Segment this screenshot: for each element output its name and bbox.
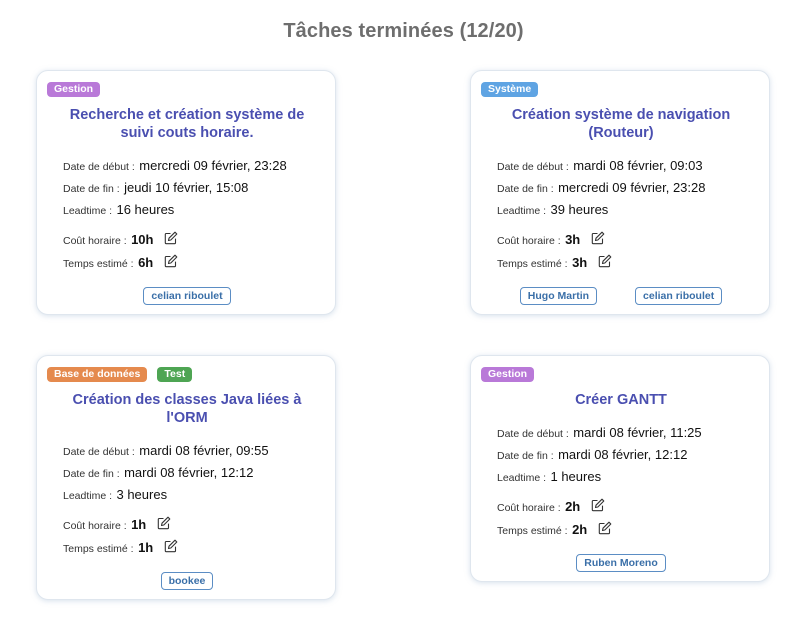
estimated-time-label: Temps estimé : — [63, 543, 134, 555]
leadtime-label: Leadtime : — [63, 490, 113, 502]
start-date-label: Date de début : — [497, 161, 569, 173]
start-date-row: Date de début : mardi 08 février, 11:25 — [497, 424, 702, 442]
leadtime-value: 16 heures — [116, 202, 175, 217]
leadtime-label: Leadtime : — [497, 472, 547, 484]
end-date-label: Date de fin : — [497, 183, 554, 195]
tag-badge: Gestion — [481, 367, 535, 382]
task-card: Gestion Recherche et création système de… — [36, 70, 336, 315]
end-date-row: Date de fin : mardi 08 février, 12:12 — [497, 446, 687, 464]
hourly-cost-row: Coût horaire : 10h — [63, 231, 178, 249]
hourly-cost-row: Coût horaire : 1h — [63, 516, 171, 534]
tag-badge: Système — [481, 82, 539, 97]
edit-icon[interactable] — [157, 516, 171, 530]
tag-badge: Gestion — [47, 82, 101, 97]
hourly-cost-value: 2h — [565, 499, 581, 514]
estimated-time-value: 1h — [138, 540, 154, 555]
edit-icon[interactable] — [164, 539, 178, 553]
end-date-value: mardi 08 février, 12:12 — [558, 447, 688, 462]
hourly-cost-value: 10h — [131, 232, 154, 247]
estimated-time-value: 6h — [138, 255, 154, 270]
assignee-list: celian riboulet — [37, 287, 337, 305]
leadtime-label: Leadtime : — [497, 205, 547, 217]
estimated-time-value: 2h — [572, 522, 588, 537]
edit-icon[interactable] — [164, 254, 178, 268]
tag-list: Base de données Test — [47, 367, 193, 382]
start-date-row: Date de début : mercredi 09 février, 23:… — [63, 157, 287, 175]
tag-list: Système — [481, 82, 539, 97]
edit-icon[interactable] — [598, 254, 612, 268]
hourly-cost-label: Coût horaire : — [497, 235, 561, 247]
leadtime-value: 3 heures — [116, 487, 168, 502]
hourly-cost-label: Coût horaire : — [63, 520, 127, 532]
assignee-list: Hugo Martin celian riboulet — [471, 287, 771, 305]
task-title: Créer GANTT — [575, 392, 667, 408]
assignee-button[interactable]: Ruben Moreno — [576, 554, 666, 572]
start-date-row: Date de début : mardi 08 février, 09:55 — [63, 442, 269, 460]
leadtime-label: Leadtime : — [63, 205, 113, 217]
hourly-cost-value: 3h — [565, 232, 581, 247]
hourly-cost-value: 1h — [131, 517, 147, 532]
tag-list: Gestion — [481, 367, 535, 382]
edit-icon[interactable] — [591, 498, 605, 512]
end-date-row: Date de fin : mercredi 09 février, 23:28 — [497, 179, 705, 197]
leadtime-row: Leadtime : 39 heures — [497, 201, 608, 219]
leadtime-row: Leadtime : 1 heures — [497, 468, 601, 486]
hourly-cost-row: Coût horaire : 3h — [497, 231, 605, 249]
hourly-cost-label: Coût horaire : — [63, 235, 127, 247]
assignee-button[interactable]: celian riboulet — [143, 287, 231, 305]
task-title: Création système de navigation (Routeur) — [511, 107, 731, 141]
end-date-row: Date de fin : mardi 08 février, 12:12 — [63, 464, 253, 482]
task-card: Gestion Créer GANTT Date de début : mard… — [470, 355, 770, 582]
assignee-list: bookee — [37, 572, 337, 590]
estimated-time-value: 3h — [572, 255, 588, 270]
start-date-value: mercredi 09 février, 23:28 — [139, 158, 287, 173]
edit-icon[interactable] — [598, 521, 612, 535]
estimated-time-label: Temps estimé : — [497, 258, 568, 270]
estimated-time-label: Temps estimé : — [63, 258, 134, 270]
end-date-value: mardi 08 février, 12:12 — [124, 465, 254, 480]
tag-badge: Base de données — [47, 367, 148, 382]
end-date-label: Date de fin : — [63, 183, 120, 195]
start-date-value: mardi 08 février, 11:25 — [573, 425, 702, 440]
start-date-label: Date de début : — [63, 446, 135, 458]
start-date-value: mardi 08 février, 09:03 — [573, 158, 703, 173]
estimated-time-label: Temps estimé : — [497, 525, 568, 537]
estimated-time-row: Temps estimé : 3h — [497, 254, 612, 272]
leadtime-row: Leadtime : 16 heures — [63, 201, 174, 219]
leadtime-row: Leadtime : 3 heures — [63, 486, 167, 504]
assignee-list: Ruben Moreno — [471, 554, 771, 572]
end-date-row: Date de fin : jeudi 10 février, 15:08 — [63, 179, 248, 197]
page-title: Tâches terminées (12/20) — [283, 20, 524, 42]
hourly-cost-label: Coût horaire : — [497, 502, 561, 514]
tag-list: Gestion — [47, 82, 101, 97]
page: Tâches terminées (12/20) Gestion Recherc… — [0, 0, 807, 623]
end-date-label: Date de fin : — [497, 450, 554, 462]
end-date-value: jeudi 10 février, 15:08 — [124, 180, 249, 195]
task-title: Création des classes Java liées à l'ORM — [72, 392, 302, 426]
assignee-button[interactable]: Hugo Martin — [519, 287, 598, 305]
estimated-time-row: Temps estimé : 2h — [497, 521, 612, 539]
hourly-cost-row: Coût horaire : 2h — [497, 498, 605, 516]
end-date-value: mercredi 09 février, 23:28 — [558, 180, 706, 195]
leadtime-value: 1 heures — [550, 469, 602, 484]
start-date-value: mardi 08 février, 09:55 — [139, 443, 269, 458]
end-date-label: Date de fin : — [63, 468, 120, 480]
leadtime-value: 39 heures — [550, 202, 609, 217]
edit-icon[interactable] — [164, 231, 178, 245]
task-card: Système Création système de navigation (… — [470, 70, 770, 315]
start-date-label: Date de début : — [497, 428, 569, 440]
estimated-time-row: Temps estimé : 6h — [63, 254, 178, 272]
tag-badge: Test — [157, 367, 193, 382]
assignee-button[interactable]: bookee — [160, 572, 214, 590]
start-date-label: Date de début : — [63, 161, 135, 173]
estimated-time-row: Temps estimé : 1h — [63, 539, 178, 557]
start-date-row: Date de début : mardi 08 février, 09:03 — [497, 157, 703, 175]
task-card: Base de données Test Création des classe… — [36, 355, 336, 600]
assignee-button[interactable]: celian riboulet — [635, 287, 723, 305]
task-title: Recherche et création système de suivi c… — [69, 107, 305, 141]
edit-icon[interactable] — [591, 231, 605, 245]
